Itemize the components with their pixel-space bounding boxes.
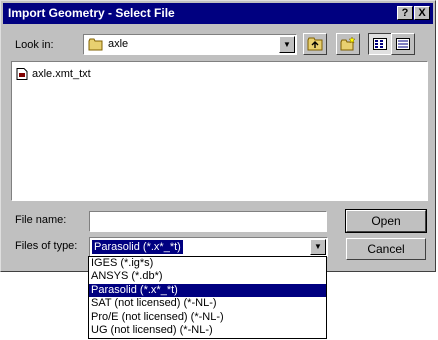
help-icon: ? [401,7,409,19]
file-list[interactable]: axle.xmt_txt [11,61,428,201]
import-geometry-dialog: Import Geometry - Select File ? X Look i… [0,0,436,272]
new-folder-icon [340,36,356,54]
cancel-button[interactable]: Cancel [346,238,426,260]
close-button[interactable]: X [414,6,430,20]
file-name: axle.xmt_txt [32,68,91,80]
create-new-folder-button[interactable] [336,33,360,55]
close-icon: X [418,7,426,19]
look-in-folder: axle [108,38,129,50]
chevron-down-icon[interactable]: ▼ [310,239,326,255]
option-parasolid[interactable]: Parasolid (*.x*_*t) [89,283,326,298]
help-button[interactable]: ? [397,6,413,20]
option-iges[interactable]: IGES (*.ig*s) [89,257,326,270]
file-name-label: File name: [15,214,67,226]
details-view-button[interactable] [391,33,415,55]
document-icon [16,68,28,80]
folder-icon [88,38,104,54]
option-sat[interactable]: SAT (not licensed) (*-NL-) [89,297,326,310]
files-of-type-selected: Parasolid (*.x*_*t) [92,240,183,254]
option-ug[interactable]: UG (not licensed) (*-NL-) [89,324,326,337]
up-one-level-button[interactable] [303,33,327,55]
option-ansys[interactable]: ANSYS (*.db*) [89,270,326,283]
details-view-icon [396,38,410,53]
open-button-label: Open [371,214,401,228]
files-of-type-label: Files of type: [15,240,78,252]
look-in-label: Look in: [15,39,54,51]
cancel-button-label: Cancel [367,242,405,256]
list-view-icon [373,38,387,53]
file-name-input[interactable] [89,211,327,232]
list-item[interactable]: axle.xmt_txt [16,67,91,81]
look-in-dropdown[interactable]: axle ▼ [83,34,297,55]
list-view-button[interactable] [368,33,392,55]
files-of-type-options[interactable]: IGES (*.ig*s) ANSYS (*.db*) Parasolid (*… [88,256,327,339]
option-proe[interactable]: Pro/E (not licensed) (*-NL-) [89,311,326,324]
up-folder-icon [307,37,323,54]
files-of-type-dropdown[interactable]: Parasolid (*.x*_*t) ▼ [89,237,328,257]
title-bar[interactable]: Import Geometry - Select File ? X [3,3,433,24]
window-title: Import Geometry - Select File [8,6,175,20]
chevron-down-icon[interactable]: ▼ [279,36,295,53]
open-button[interactable]: Open [345,209,427,233]
